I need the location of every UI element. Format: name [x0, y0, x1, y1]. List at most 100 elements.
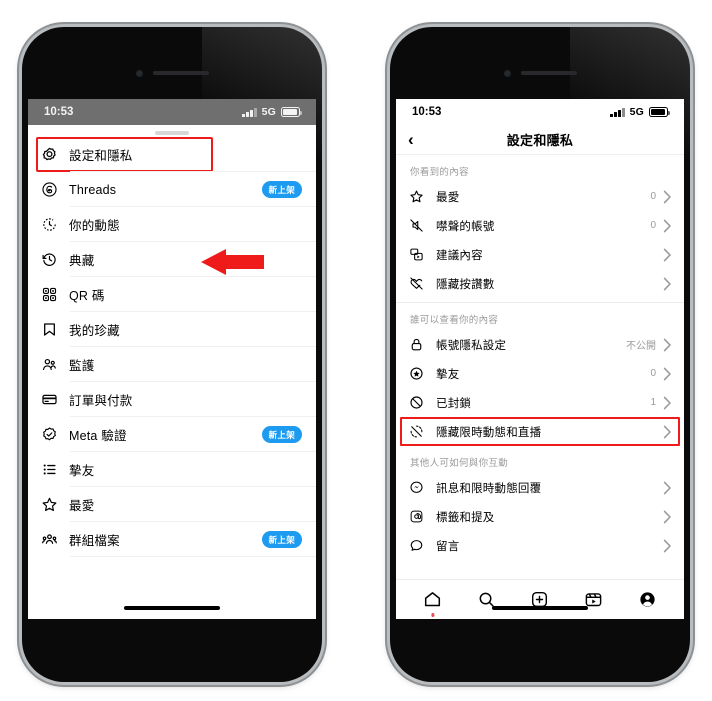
your-activity-icon: [41, 216, 69, 233]
home-indicator: [492, 606, 588, 610]
menu-item-label: Threads: [69, 182, 117, 197]
network-label: 5G: [629, 106, 644, 118]
phone-top-bezel: [390, 67, 690, 79]
row-label: 噤聲的帳號: [436, 220, 495, 233]
section-header: 你看到的內容: [410, 167, 469, 178]
home-notification-dot: [431, 613, 435, 617]
settings-row-messages-replies[interactable]: 訊息和限時動態回覆: [396, 473, 684, 502]
status-time: 10:53: [44, 106, 74, 118]
chevron-right-icon: [663, 425, 672, 439]
section-header: 其他人可如何與你互動: [410, 458, 509, 469]
tab-home[interactable]: [414, 587, 452, 617]
right-phone-screen: 10:53 5G ‹ 設定和隱私 你看到的內容 最愛 0 噤聲的帳號 0 建議內…: [396, 99, 684, 619]
row-label: 已封鎖: [436, 397, 472, 410]
messages-icon: [409, 480, 436, 495]
chevron-right-icon: [663, 481, 672, 495]
screenshot-root: 10:53 5G 設定和隱私 Threads 新上架 你的動態 典藏 QR 碼 …: [0, 0, 712, 701]
status-bar: 10:53 5G: [396, 99, 684, 125]
settings-row-blocked[interactable]: 已封鎖 1: [396, 388, 684, 417]
settings-row-account-privacy[interactable]: 帳號隱私設定 不公開: [396, 330, 684, 359]
new-badge: 新上架: [261, 426, 302, 443]
menu-item-archive[interactable]: 典藏: [28, 242, 316, 277]
row-label: 建議內容: [436, 249, 483, 262]
status-indicators: 5G: [242, 106, 303, 118]
settings-row-tags-mentions[interactable]: 標籤和提及: [396, 502, 684, 531]
row-label: 最愛: [436, 191, 460, 204]
new-badge: 新上架: [261, 531, 302, 548]
menu-item-label: 訂單與付款: [69, 394, 133, 408]
row-value: 不公開: [626, 341, 656, 352]
page-title: 設定和隱私: [506, 133, 574, 148]
row-label: 標籤和提及: [436, 511, 495, 524]
row-value: 1: [650, 397, 656, 408]
close-friends-icon: [409, 366, 436, 381]
bookmark-icon: [41, 321, 69, 338]
menu-item-favorites[interactable]: 最愛: [28, 487, 316, 522]
muted-accounts-icon: [409, 218, 436, 233]
settings-row-favorites[interactable]: 最愛 0: [396, 182, 684, 211]
menu-list: 設定和隱私 Threads 新上架 你的動態 典藏 QR 碼 我的珍藏 監護 訂…: [28, 137, 316, 557]
chevron-right-icon: [663, 539, 672, 553]
menu-item-saved[interactable]: 我的珍藏: [28, 312, 316, 347]
menu-item-orders-payments[interactable]: 訂單與付款: [28, 382, 316, 417]
earpiece-speaker: [152, 71, 209, 75]
section-header: 誰可以查看你的內容: [410, 315, 499, 326]
group-profile-icon: [41, 531, 69, 548]
archive-icon: [41, 251, 69, 268]
row-value: 0: [650, 220, 656, 231]
menu-item-supervision[interactable]: 監護: [28, 347, 316, 382]
row-label: 隱藏限時動態和直播: [436, 426, 542, 439]
left-phone-device: 10:53 5G 設定和隱私 Threads 新上架 你的動態 典藏 QR 碼 …: [22, 27, 322, 682]
menu-item-meta-verified[interactable]: Meta 驗證 新上架: [28, 417, 316, 452]
status-bar: 10:53 5G: [28, 99, 316, 125]
chevron-right-icon: [663, 277, 672, 291]
chevron-right-icon: [663, 248, 672, 262]
row-label: 摯友: [436, 368, 460, 381]
menu-item-group-profile[interactable]: 群組檔案 新上架: [28, 522, 316, 557]
settings-row-suggested-content[interactable]: 建議內容: [396, 240, 684, 269]
front-camera-icon: [135, 69, 143, 77]
suggested-content-icon: [409, 247, 436, 262]
menu-item-label: 最愛: [69, 499, 95, 513]
earpiece-speaker: [520, 71, 577, 75]
settings-row-muted-accounts[interactable]: 噤聲的帳號 0: [396, 211, 684, 240]
row-label: 訊息和限時動態回覆: [436, 482, 542, 495]
row-value: 0: [650, 191, 656, 202]
settings-row-close-friends[interactable]: 摯友 0: [396, 359, 684, 388]
tags-icon: [409, 509, 436, 524]
settings-row-hide-story-and-live[interactable]: 隱藏限時動態和直播: [396, 417, 684, 446]
tab-profile[interactable]: [628, 587, 666, 613]
signal-bars-icon: [610, 107, 625, 117]
settings-row-comments[interactable]: 留言: [396, 531, 684, 560]
menu-item-label: 我的珍藏: [69, 324, 120, 338]
chevron-right-icon: [663, 219, 672, 233]
phone-top-bezel: [22, 67, 322, 79]
menu-item-label: 典藏: [69, 254, 95, 268]
supervision-icon: [41, 356, 69, 373]
menu-item-close-friends[interactable]: 摯友: [28, 452, 316, 487]
new-badge: 新上架: [261, 181, 302, 198]
lock-icon: [409, 337, 436, 352]
left-phone-screen: 10:53 5G 設定和隱私 Threads 新上架 你的動態 典藏 QR 碼 …: [28, 99, 316, 619]
hide-likes-icon: [409, 276, 436, 291]
star-icon: [41, 496, 69, 513]
threads-icon: [41, 181, 69, 198]
battery-icon: [649, 107, 671, 117]
menu-item-label: 摯友: [69, 464, 95, 478]
menu-item-label: 群組檔案: [69, 534, 120, 548]
bottom-tab-bar: [396, 579, 684, 619]
menu-item-threads[interactable]: Threads 新上架: [28, 172, 316, 207]
menu-item-your-activity[interactable]: 你的動態: [28, 207, 316, 242]
orders-payments-icon: [41, 391, 69, 408]
blocked-icon: [409, 395, 436, 410]
hide-story-icon: [409, 424, 436, 439]
sheet-drag-handle[interactable]: [155, 131, 189, 135]
menu-item-qr-code[interactable]: QR 碼: [28, 277, 316, 312]
row-value: 0: [650, 368, 656, 379]
settings-gear-icon: [41, 146, 69, 163]
star-icon: [409, 189, 436, 204]
menu-item-label: 設定和隱私: [69, 149, 133, 163]
right-phone-device: 10:53 5G ‹ 設定和隱私 你看到的內容 最愛 0 噤聲的帳號 0 建議內…: [390, 27, 690, 682]
settings-row-hide-likes[interactable]: 隱藏按讚數: [396, 269, 684, 298]
menu-item-settings-privacy[interactable]: 設定和隱私: [28, 137, 316, 172]
